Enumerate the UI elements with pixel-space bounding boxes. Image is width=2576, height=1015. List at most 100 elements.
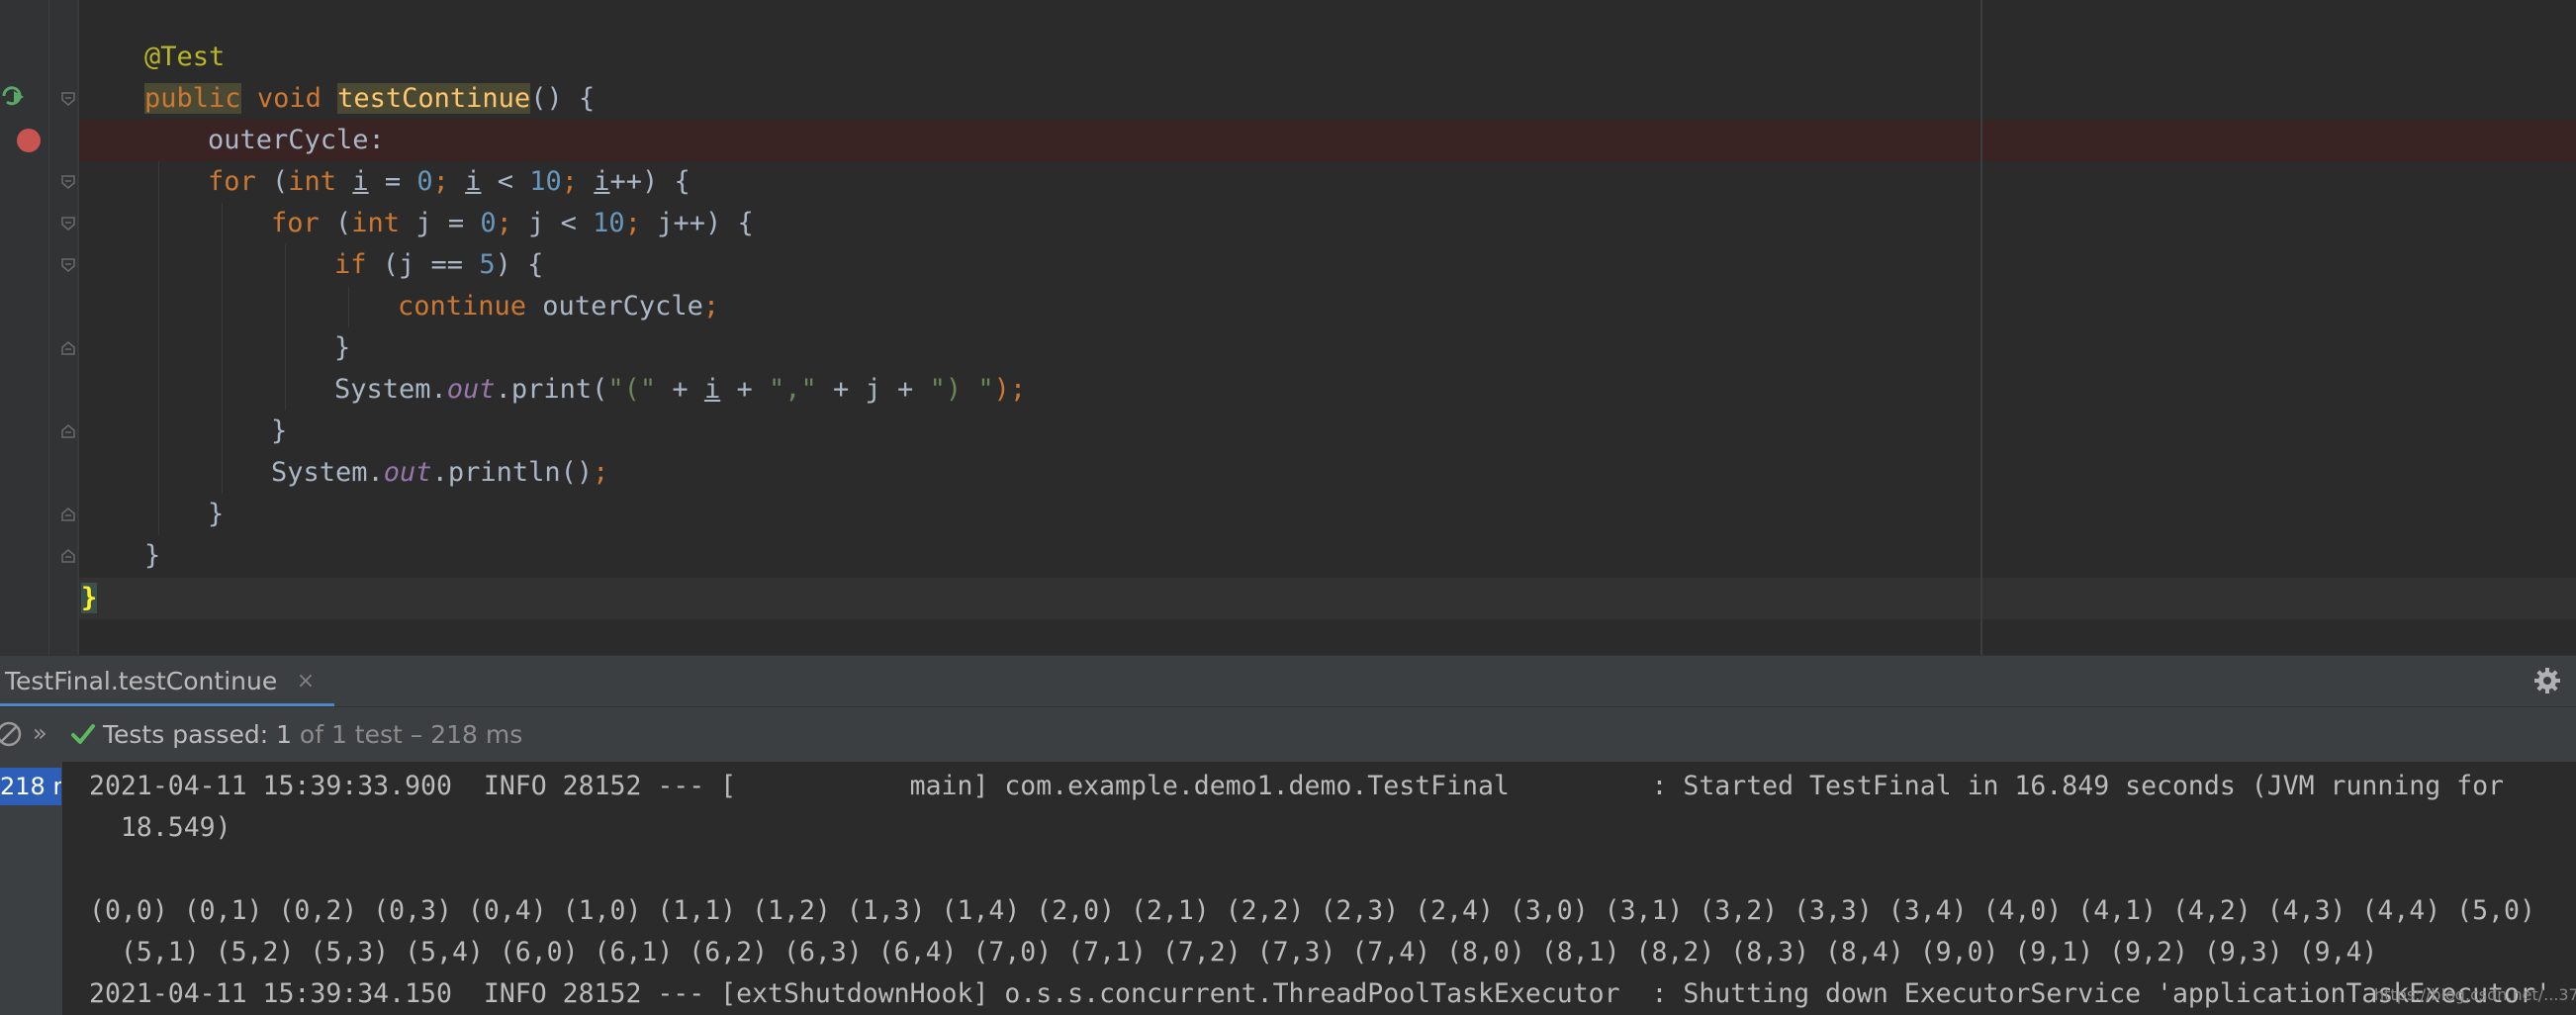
code-token: ); — [993, 374, 1027, 405]
annotation-token: @Test — [144, 42, 226, 72]
variable-token: i — [465, 166, 482, 197]
number-token: 0 — [416, 166, 433, 197]
code-line-close-if[interactable]: } — [334, 327, 350, 369]
test-duration-badge[interactable]: 218 ms — [0, 768, 61, 805]
tab-label: TestFinal.testContinue — [5, 667, 278, 695]
settings-icon[interactable] — [2532, 666, 2562, 695]
code-line-close-inner-for[interactable]: } — [271, 411, 287, 452]
code-editor[interactable]: @Test public void testContinue() { outer… — [0, 0, 2576, 655]
breakpoint-icon[interactable] — [17, 129, 41, 152]
method-name-token: testContinue — [337, 83, 531, 114]
console-output[interactable]: 2021-04-11 15:39:33.900 INFO 28152 --- [… — [62, 762, 2576, 1015]
number-token: 5 — [479, 249, 496, 280]
indent-guide — [348, 286, 349, 327]
console-line: 18.549) — [89, 812, 231, 843]
label-token: outerCycle — [526, 291, 703, 322]
code-line-method-signature[interactable]: public void testContinue() { — [144, 78, 595, 120]
number-token: 0 — [480, 208, 497, 238]
indent-guide — [222, 203, 223, 494]
fold-icon[interactable] — [61, 92, 75, 106]
fold-icon[interactable] — [61, 424, 75, 438]
code-token: System. — [334, 374, 447, 405]
code-line-close-class[interactable]: } — [81, 578, 98, 619]
code-token: () { — [530, 83, 596, 114]
number-token: 10 — [529, 166, 562, 197]
code-token: ; — [702, 291, 720, 322]
fold-icon[interactable] — [61, 508, 75, 521]
gutter-separator — [48, 0, 49, 655]
code-token: ; — [432, 166, 466, 197]
field-token: out — [446, 374, 496, 405]
string-token: "(" — [607, 374, 657, 405]
fold-icon[interactable] — [61, 258, 75, 272]
code-token: ; — [593, 457, 609, 488]
watermark-text: https://blog.csdn.net/...3717 — [2374, 985, 2576, 1004]
code-line-annotation[interactable]: @Test — [144, 37, 225, 78]
keyword-token: for — [271, 208, 320, 238]
code-line-continue[interactable]: continue outerCycle; — [398, 286, 719, 327]
expand-icon[interactable]: » — [33, 719, 60, 747]
code-token: System. — [271, 457, 384, 488]
fold-icon[interactable] — [61, 175, 75, 189]
caret-line-highlight — [79, 578, 2576, 619]
code-token: j++) { — [657, 208, 754, 238]
right-margin-guide — [1980, 0, 1982, 655]
run-test-icon[interactable] — [0, 83, 26, 109]
code-line-label[interactable]: outerCycle: — [208, 120, 385, 161]
code-token: ++) { — [609, 166, 690, 197]
console-line: (0,0) (0,1) (0,2) (0,3) (0,4) (1,0) (1,1… — [89, 895, 2535, 926]
variable-token: i — [703, 374, 721, 405]
code-token: ) { — [495, 249, 544, 280]
tests-passed-count: 1 — [276, 720, 292, 749]
code-token: .print( — [495, 374, 608, 405]
code-line-inner-for[interactable]: for (int j = 0; j < 10; j++) { — [271, 203, 754, 244]
keyword-token: public — [144, 83, 241, 114]
keyword-token: void — [256, 83, 322, 114]
fold-icon[interactable] — [61, 217, 75, 231]
tab-test-run[interactable]: TestFinal.testContinue — [0, 656, 307, 704]
code-token: ; — [624, 208, 658, 238]
code-token: } — [208, 499, 225, 529]
code-line-close-method[interactable]: } — [144, 535, 160, 577]
breakpoint-line-highlight — [79, 120, 2576, 161]
code-token: j < — [528, 208, 594, 238]
string-token: "," — [768, 374, 817, 405]
string-token: ") " — [929, 374, 994, 405]
fold-icon[interactable] — [61, 341, 75, 355]
code-token: + — [656, 374, 704, 405]
code-token: } — [334, 332, 351, 363]
keyword-token: for — [208, 166, 256, 197]
code-line-close-outer-for[interactable]: } — [208, 494, 224, 535]
label-token: outerCycle: — [208, 125, 385, 155]
close-icon[interactable]: × — [293, 667, 319, 696]
test-status-text: Tests passed: 1 of 1 test – 218 ms — [103, 707, 522, 763]
keyword-token: int — [351, 208, 401, 238]
editor-left-border — [77, 0, 79, 655]
code-token: + j + — [816, 374, 930, 405]
code-token: ( — [319, 208, 352, 238]
code-token: } — [144, 540, 161, 571]
tests-passed-label: Tests passed: — [103, 720, 277, 749]
variable-token: i — [352, 166, 369, 197]
code-token: (j == — [366, 249, 480, 280]
indent-guide — [285, 244, 286, 411]
console-scrollbar[interactable] — [2562, 762, 2576, 1015]
keyword-token: int — [288, 166, 337, 197]
indent-guide — [158, 161, 159, 535]
code-token: ; — [561, 166, 595, 197]
code-line-if[interactable]: if (j == 5) { — [334, 244, 543, 286]
code-line-print[interactable]: System.out.print("(" + i + "," + j + ") … — [334, 369, 1026, 411]
fold-icon[interactable] — [61, 549, 75, 563]
console-line: 2021-04-11 15:39:34.150 INFO 28152 --- [… — [89, 978, 2551, 1009]
tests-summary: of 1 test – 218 ms — [291, 720, 523, 749]
code-line-println[interactable]: System.out.println(); — [271, 452, 608, 494]
code-line-outer-for[interactable]: for (int i = 0; i < 10; i++) { — [208, 161, 690, 203]
matched-brace-token: } — [81, 583, 98, 613]
number-token: 10 — [593, 208, 625, 238]
code-token: < — [481, 166, 530, 197]
code-token: + — [720, 374, 769, 405]
test-status-bar: » Tests passed: 1 of 1 test – 218 ms — [0, 706, 2576, 763]
variable-token: i — [594, 166, 610, 197]
stop-icon[interactable] — [0, 721, 22, 747]
console-line: (5,1) (5,2) (5,3) (5,4) (6,0) (6,1) (6,2… — [89, 937, 2378, 968]
